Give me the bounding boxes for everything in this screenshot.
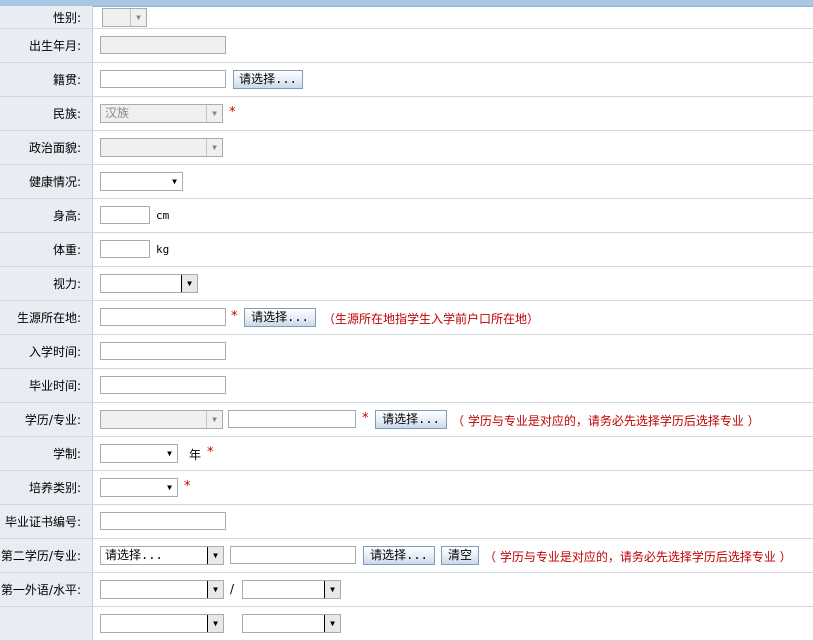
required-marker: * xyxy=(229,105,236,120)
row-health: 健康情况: ▼ xyxy=(0,165,813,199)
required-marker: * xyxy=(231,309,238,324)
chevron-down-icon: ▼ xyxy=(162,479,177,496)
row-gender: 性别: ▼ xyxy=(0,6,813,29)
chevron-down-icon: ▼ xyxy=(207,615,223,632)
second-major-input[interactable] xyxy=(230,546,356,564)
chevron-down-icon: ▼ xyxy=(324,581,340,598)
chevron-down-icon: ▼ xyxy=(181,275,197,292)
ethnicity-select[interactable]: 汉族 ▼ xyxy=(100,104,223,123)
major-input[interactable] xyxy=(228,410,356,428)
degree-major-label: 学历/专业: xyxy=(0,403,93,436)
chevron-down-icon: ▼ xyxy=(207,547,223,564)
height-unit: cm xyxy=(156,209,170,222)
second-degree-select-value: 请选择... xyxy=(105,548,163,562)
weight-label: 体重: xyxy=(0,233,93,266)
second-degree-hint: （ 学历与专业是对应的，请务必先选择学历后选择专业 ） xyxy=(484,550,792,564)
program-length-unit: 年 xyxy=(189,448,202,462)
native-place-input[interactable] xyxy=(100,70,226,88)
vision-label: 视力: xyxy=(0,267,93,300)
political-status-select[interactable]: ▼ xyxy=(100,138,223,157)
enroll-date-label: 入学时间: xyxy=(0,335,93,368)
height-input[interactable] xyxy=(100,206,150,224)
training-type-select[interactable]: ▼ xyxy=(100,478,178,497)
political-status-label: 政治面貌: xyxy=(0,131,93,164)
birth-date-input[interactable] xyxy=(100,36,226,54)
language-level-select[interactable]: ▼ xyxy=(242,580,341,599)
gender-select[interactable]: ▼ xyxy=(102,8,147,27)
weight-input[interactable] xyxy=(100,240,150,258)
chevron-down-icon: ▼ xyxy=(130,9,146,26)
required-marker: * xyxy=(184,479,191,494)
partial-select-1[interactable]: ▼ xyxy=(100,614,224,633)
origin-location-label: 生源所在地: xyxy=(0,301,93,334)
row-grad-date: 毕业时间: xyxy=(0,369,813,403)
chevron-down-icon: ▼ xyxy=(162,445,177,462)
row-partial: ▼ ▼ xyxy=(0,607,813,641)
second-degree-label: 第二学历/专业: xyxy=(0,539,93,572)
degree-select[interactable]: ▼ xyxy=(100,410,223,429)
foreign-language-select[interactable]: ▼ xyxy=(100,580,224,599)
native-place-label: 籍贯: xyxy=(0,63,93,96)
vision-select[interactable]: ▼ xyxy=(100,274,198,293)
row-training-type: 培养类别: ▼ * xyxy=(0,471,813,505)
health-label: 健康情况: xyxy=(0,165,93,198)
second-major-select-button[interactable]: 请选择... xyxy=(363,546,435,565)
student-info-form: 性别: ▼ 出生年月: 籍贯: 请选择... 民族: 汉族 ▼ * 政治面貌: … xyxy=(0,6,813,641)
gender-label: 性别: xyxy=(0,6,93,28)
row-vision: 视力: ▼ xyxy=(0,267,813,301)
partial-row-label xyxy=(0,607,93,640)
chevron-down-icon: ▼ xyxy=(324,615,340,632)
clear-button[interactable]: 清空 xyxy=(441,546,479,565)
row-program-length: 学制: ▼ 年 * xyxy=(0,437,813,471)
chevron-down-icon: ▼ xyxy=(207,581,223,598)
enroll-date-input[interactable] xyxy=(100,342,226,360)
row-ethnicity: 民族: 汉族 ▼ * xyxy=(0,97,813,131)
certificate-no-label: 毕业证书编号: xyxy=(0,505,93,538)
origin-location-input[interactable] xyxy=(100,308,226,326)
second-degree-select[interactable]: 请选择... ▼ xyxy=(100,546,224,565)
chevron-down-icon: ▼ xyxy=(206,411,222,428)
health-select[interactable]: ▼ xyxy=(100,172,183,191)
foreign-language-label: 第一外语/水平: xyxy=(0,573,93,606)
certificate-no-input[interactable] xyxy=(100,512,226,530)
row-political-status: 政治面貌: ▼ xyxy=(0,131,813,165)
row-origin-location: 生源所在地: * 请选择... （生源所在地指学生入学前户口所在地） xyxy=(0,301,813,335)
grad-date-input[interactable] xyxy=(100,376,226,394)
row-enroll-date: 入学时间: xyxy=(0,335,813,369)
row-foreign-language: 第一外语/水平: ▼ / ▼ xyxy=(0,573,813,607)
row-native-place: 籍贯: 请选择... xyxy=(0,63,813,97)
chevron-down-icon: ▼ xyxy=(206,139,222,156)
row-weight: 体重: kg xyxy=(0,233,813,267)
chevron-down-icon: ▼ xyxy=(206,105,222,122)
weight-unit: kg xyxy=(156,243,170,256)
program-length-select[interactable]: ▼ xyxy=(100,444,178,463)
birth-date-label: 出生年月: xyxy=(0,29,93,62)
row-birth-date: 出生年月: xyxy=(0,29,813,63)
degree-major-hint: （ 学历与专业是对应的，请务必先选择学历后选择专业 ） xyxy=(452,414,760,428)
required-marker: * xyxy=(207,445,214,460)
height-label: 身高: xyxy=(0,199,93,232)
origin-location-hint: （生源所在地指学生入学前户口所在地） xyxy=(323,312,540,326)
chevron-down-icon: ▼ xyxy=(167,173,182,190)
major-select-button[interactable]: 请选择... xyxy=(375,410,447,429)
native-place-select-button[interactable]: 请选择... xyxy=(233,70,303,89)
ethnicity-value: 汉族 xyxy=(105,106,130,120)
row-height: 身高: cm xyxy=(0,199,813,233)
row-certificate-no: 毕业证书编号: xyxy=(0,505,813,539)
required-marker: * xyxy=(362,411,369,426)
row-degree-major: 学历/专业: ▼ * 请选择... （ 学历与专业是对应的，请务必先选择学历后选… xyxy=(0,403,813,437)
program-length-label: 学制: xyxy=(0,437,93,470)
ethnicity-label: 民族: xyxy=(0,97,93,130)
origin-location-select-button[interactable]: 请选择... xyxy=(244,308,316,327)
separator-slash: / xyxy=(230,582,235,596)
row-second-degree: 第二学历/专业: 请选择... ▼ 请选择... 清空 （ 学历与专业是对应的，… xyxy=(0,539,813,573)
grad-date-label: 毕业时间: xyxy=(0,369,93,402)
training-type-label: 培养类别: xyxy=(0,471,93,504)
partial-select-2[interactable]: ▼ xyxy=(242,614,341,633)
